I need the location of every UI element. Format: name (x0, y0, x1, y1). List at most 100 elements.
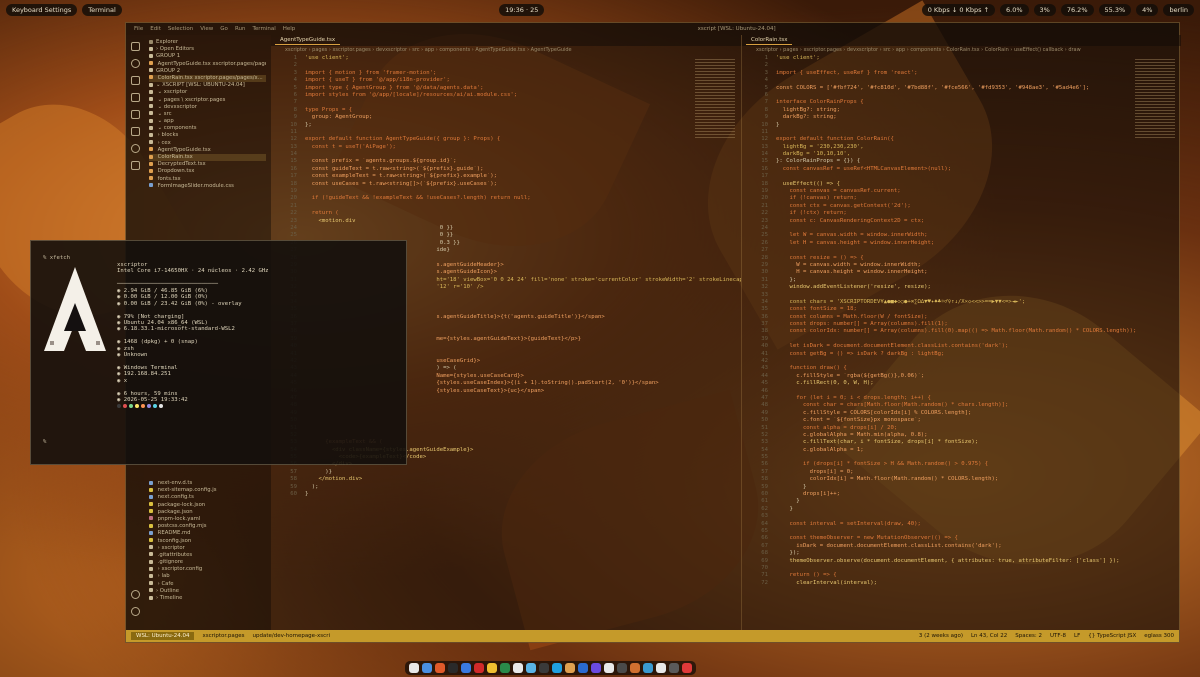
clock-pill[interactable]: 19:36 · 25 (499, 4, 545, 16)
breadcrumb[interactable]: xscriptor › pages › xscriptor.pages › de… (271, 46, 741, 55)
code-line[interactable]: 69 themeObserver.observe(document.docume… (742, 558, 1181, 565)
app-icon[interactable] (448, 663, 458, 673)
explorer-item[interactable]: › cex (149, 140, 266, 147)
code-line[interactable]: 18 const useCases = t.raw<string[]>(`${p… (271, 181, 741, 188)
app-icon[interactable] (604, 663, 614, 673)
explorer-item[interactable]: next.config.ts (149, 494, 266, 501)
command-center-search[interactable]: xscript [WSL: Ubuntu-24.04] (302, 26, 1171, 32)
line-number[interactable]: 5 (271, 85, 297, 92)
memory-pill[interactable]: 76.2% (1060, 4, 1094, 16)
code-line[interactable]: 36 const columns = Math.floor(W / fontSi… (742, 314, 1181, 321)
line-number[interactable]: 13 (742, 144, 768, 151)
code-line[interactable]: 60 drops[i]++; (742, 491, 1181, 498)
status-item[interactable]: LF (1074, 633, 1080, 639)
line-number[interactable]: 16 (742, 166, 768, 173)
line-number[interactable]: 62 (742, 506, 768, 513)
explorer-item[interactable]: ⌄ XSCRIPT [WSL: UBUNTU-24.04] (149, 82, 266, 89)
line-number[interactable]: 47 (742, 395, 768, 402)
menu-item[interactable]: Selection (168, 26, 193, 32)
line-number[interactable]: 60 (742, 491, 768, 498)
line-number[interactable]: 9 (742, 114, 768, 121)
code-line[interactable]: 13 const t = useT('AiPage'); (271, 144, 741, 151)
code-line[interactable]: 62 } (742, 506, 1181, 513)
line-number[interactable]: 16 (271, 166, 297, 173)
code-line[interactable]: 38 const colorIdx: number[] = Array(colu… (742, 328, 1181, 335)
code-line[interactable]: 27 (742, 247, 1181, 254)
code-line[interactable]: 28 const resize = () => { (742, 255, 1181, 262)
line-number[interactable]: 70 (742, 565, 768, 572)
line-number[interactable]: 45 (742, 380, 768, 387)
explorer-item[interactable]: AgentTypeGuide.tsx (149, 147, 266, 154)
explorer-item[interactable]: › xscriptor (149, 545, 266, 552)
line-number[interactable]: 43 (742, 365, 768, 372)
explorer-item[interactable]: package-lock.json (149, 502, 266, 509)
remote-indicator[interactable]: WSL: Ubuntu-24.04 (131, 632, 195, 640)
line-number[interactable]: 17 (742, 173, 768, 180)
code-line[interactable]: 7 (271, 99, 741, 106)
explorer-item[interactable]: › lab (149, 573, 266, 580)
code-line[interactable]: 43 function draw() { (742, 365, 1181, 372)
line-number[interactable]: 65 (742, 528, 768, 535)
minimap[interactable] (1135, 59, 1175, 139)
explorer-item[interactable]: ⌄ src (149, 111, 266, 118)
code-line[interactable]: 33 (742, 292, 1181, 299)
line-number[interactable]: 6 (742, 92, 768, 99)
line-number[interactable]: 58 (742, 476, 768, 483)
code-line[interactable]: 9 darkBg?: string; (742, 114, 1181, 121)
status-item[interactable]: Ln 43, Col 22 (971, 633, 1007, 639)
line-number[interactable]: 66 (742, 535, 768, 542)
files-icon[interactable] (130, 42, 140, 51)
line-number[interactable]: 61 (742, 498, 768, 505)
explorer-item[interactable]: ⌄ pages \ xscriptor.pages (149, 97, 266, 104)
line-number[interactable]: 59 (271, 484, 297, 491)
code-line[interactable]: 4 (742, 77, 1181, 84)
explorer-item[interactable]: ColorRain.tsx (149, 154, 266, 162)
status-item[interactable]: update/dev-homepage-xscri (253, 633, 330, 639)
code-line[interactable]: 23 <motion.div (271, 218, 741, 225)
line-number[interactable]: 57 (742, 469, 768, 476)
code-line[interactable]: 49 c.fillStyle = COLORS[colorIdx[i] % CO… (742, 410, 1181, 417)
account-icon[interactable] (130, 590, 140, 599)
line-number[interactable]: 15 (742, 158, 768, 165)
code-line[interactable]: 55 (742, 454, 1181, 461)
explorer-item[interactable]: fonts.tsx (149, 176, 266, 183)
line-number[interactable]: 69 (742, 558, 768, 565)
line-number[interactable]: 2 (742, 62, 768, 69)
explorer-item[interactable]: ⌄ app (149, 118, 266, 125)
code-line[interactable]: 16 const canvasRef = useRef<HTMLCanvasEl… (742, 166, 1181, 173)
code-line[interactable]: 5 import type { AgentGroup } from '@/data… (271, 85, 741, 92)
code-line[interactable]: 59 } (742, 484, 1181, 491)
code-line[interactable]: 12 export default function AgentTypeGuide… (271, 136, 741, 143)
code-line[interactable]: 60} (271, 491, 741, 498)
app-icon[interactable] (539, 663, 549, 673)
code-line[interactable]: 19 (271, 188, 741, 195)
explorer-item[interactable]: › Outline (149, 588, 266, 595)
code-line[interactable]: 11 (742, 129, 1181, 136)
docker-icon[interactable] (130, 161, 140, 170)
app-icon[interactable] (682, 663, 692, 673)
app-icon[interactable] (461, 663, 471, 673)
explorer-item[interactable]: ColorRain.tsx xscriptor.pages/pages/x... (149, 74, 266, 83)
code-line[interactable]: 30 H = canvas.height = window.innerHeigh… (742, 269, 1181, 276)
explorer-item[interactable]: pnpm-lock.yaml (149, 516, 266, 523)
code-line[interactable]: 3 import { motion } from 'framer-motion'; (271, 70, 741, 77)
code-line[interactable]: 24 0 }} (271, 225, 741, 232)
line-number[interactable]: 71 (742, 572, 768, 579)
line-number[interactable]: 72 (742, 580, 768, 587)
line-number[interactable]: 48 (742, 402, 768, 409)
explorer-item[interactable]: ⌄ components (149, 125, 266, 132)
code-line[interactable]: 48 const char = chars[Math.floor(Math.ra… (742, 402, 1181, 409)
code-line[interactable]: 67 isDark = document.documentElement.cla… (742, 543, 1181, 550)
tab-colorrain[interactable]: ColorRain.tsx (746, 36, 793, 45)
app-icon[interactable] (422, 663, 432, 673)
code-line[interactable]: 6 (742, 92, 1181, 99)
extensions-icon[interactable] (130, 110, 140, 119)
code-line[interactable]: 15 const prefix = `agents.groups.${group… (271, 158, 741, 165)
line-number[interactable]: 46 (742, 388, 768, 395)
line-number[interactable]: 19 (271, 188, 297, 195)
line-number[interactable]: 23 (271, 218, 297, 225)
code-line[interactable]: 63 (742, 513, 1181, 520)
code-line[interactable]: 2 (271, 62, 741, 69)
code-line[interactable]: 6 import styles from '@/app/[locale]/reso… (271, 92, 741, 99)
code-line[interactable]: 17 const exampleText = t.raw<string>(`${… (271, 173, 741, 180)
